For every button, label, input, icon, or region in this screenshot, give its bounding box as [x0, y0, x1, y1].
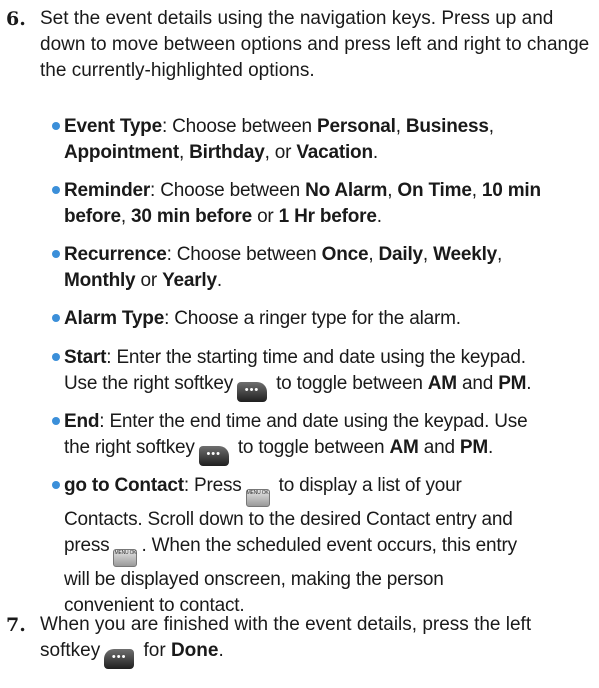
bullet-dot	[52, 122, 60, 130]
bullet-text: Recurrence: Choose between Once, Daily, …	[64, 244, 503, 291]
bullet-dot	[52, 417, 60, 425]
step-number: 6.	[6, 8, 26, 30]
bullet-text: Start: Enter the starting time and date …	[64, 345, 594, 402]
bullet-text: go to Contact: Press MENU OK to display a…	[64, 475, 517, 616]
manual-page: 6. Set the event details using the navig…	[0, 0, 599, 688]
right-softkey-icon: •••	[237, 382, 267, 402]
bullet-text: Event Type: Choose between Personal, Bus…	[64, 116, 494, 163]
menu-ok-key-icon: MENU OK	[113, 549, 138, 567]
bullet-text: End: Enter the end time and date using t…	[64, 409, 594, 466]
right-softkey-icon: •••	[198, 446, 229, 466]
menu-ok-key-icon: MENU OK	[245, 489, 270, 507]
bullet-dot	[52, 186, 60, 194]
bullet-text: Alarm Type: Choose a ringer type for the…	[64, 308, 461, 329]
step-text: Set the event details using the navigati…	[40, 8, 590, 81]
bullet-dot	[52, 481, 60, 489]
bullet-dot	[52, 353, 60, 361]
step-number: 7.	[6, 614, 26, 636]
step-text: When you are finished with the event det…	[40, 612, 596, 669]
bullet-dot	[52, 314, 60, 322]
bullet-text: Reminder: Choose between No Alarm, On Ti…	[64, 180, 541, 227]
bullet-dot	[52, 250, 60, 258]
left-softkey-icon: •••	[104, 649, 135, 669]
